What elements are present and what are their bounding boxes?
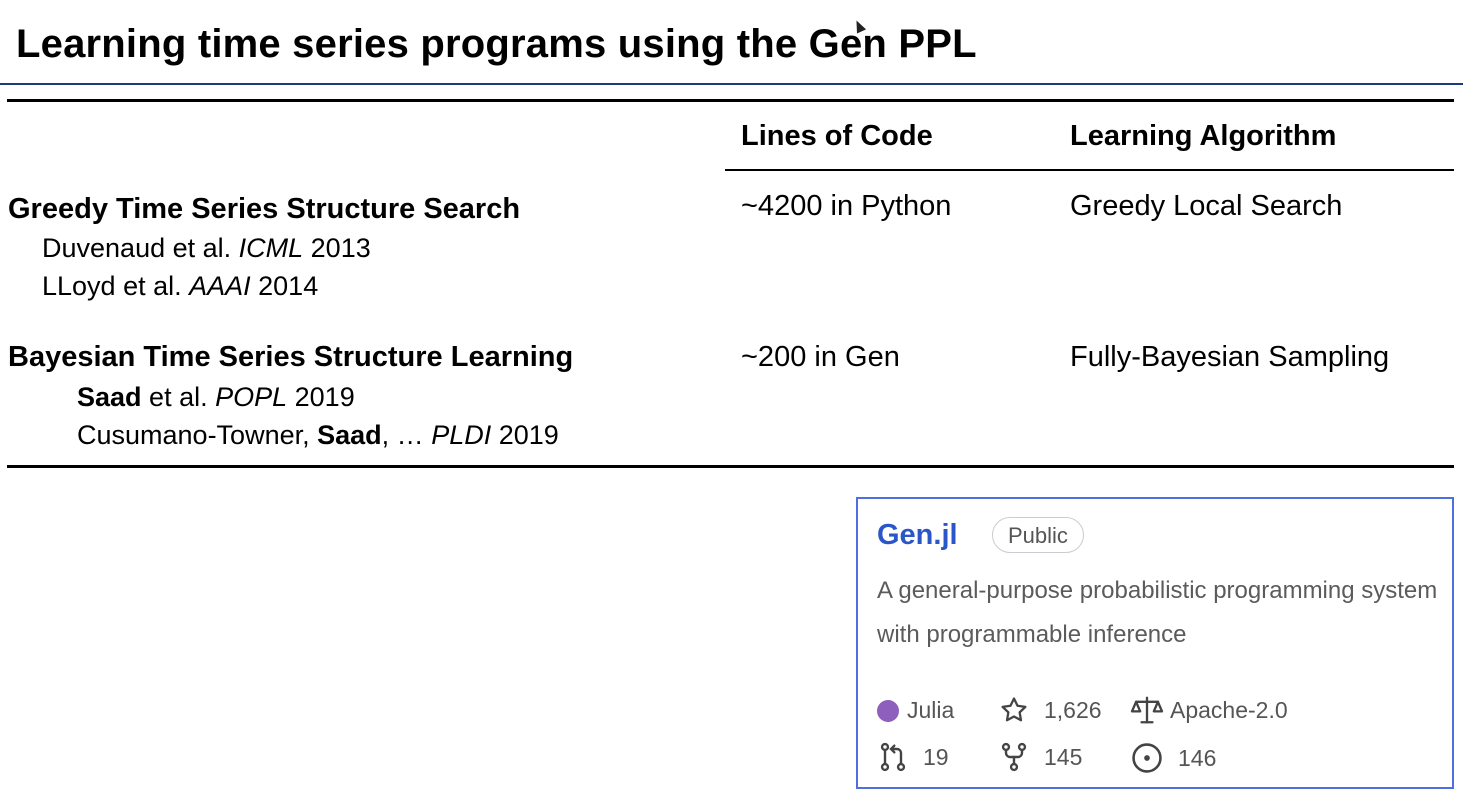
language-color-dot-icon <box>877 699 899 722</box>
forks-count: 145 <box>1044 743 1083 770</box>
ref-authors: , … <box>381 420 432 450</box>
repo-stars[interactable]: 1,626 <box>998 695 1102 725</box>
reference-duvenaud: Duvenaud et al. ICML 2013 <box>42 233 371 264</box>
repo-forks[interactable]: 145 <box>998 741 1082 773</box>
ref-venue: POPL <box>215 382 288 412</box>
repo-name-link[interactable]: Gen.jl <box>877 519 958 552</box>
ref-year: 2013 <box>303 233 371 263</box>
repo-license[interactable]: Apache-2.0 <box>1130 695 1288 725</box>
pull-request-icon <box>880 742 906 772</box>
law-scale-icon <box>1130 696 1164 724</box>
repo-card[interactable]: Gen.jl Public A general-purpose probabil… <box>856 497 1454 789</box>
repo-language: Julia <box>877 697 954 724</box>
title-underline <box>0 83 1463 85</box>
ref-bold-author: Saad <box>317 420 382 450</box>
ref-authors: Duvenaud et al. <box>42 233 239 263</box>
header-lines-of-code: Lines of Code <box>741 120 933 152</box>
ref-lead-author: Cusumano-Towner, <box>77 420 318 450</box>
cell-loc-greedy: ~4200 in Python <box>741 190 952 222</box>
repo-issues[interactable]: 146 <box>1130 741 1216 775</box>
star-icon <box>1001 697 1027 722</box>
cell-algorithm-bayesian: Fully-Bayesian Sampling <box>1070 341 1390 373</box>
issue-icon <box>1132 743 1162 773</box>
repo-description: A general-purpose probabilistic programm… <box>877 577 1438 648</box>
stars-count: 1,626 <box>1044 696 1102 723</box>
ref-venue: ICML <box>238 233 304 263</box>
issues-count: 146 <box>1178 744 1217 771</box>
table-top-rule <box>7 99 1454 102</box>
ref-year: 2019 <box>287 382 355 412</box>
row-title-bayesian: Bayesian Time Series Structure Learning <box>8 341 574 373</box>
fork-icon <box>1001 742 1027 772</box>
reference-saad-popl: Saad et al. POPL 2019 <box>77 382 355 413</box>
table-bottom-rule <box>7 465 1454 468</box>
pull-requests-count: 19 <box>923 743 949 770</box>
header-learning-algorithm: Learning Algorithm <box>1070 120 1337 152</box>
license-label: Apache-2.0 <box>1170 696 1288 723</box>
ref-venue: PLDI <box>431 420 492 450</box>
cell-algorithm-greedy: Greedy Local Search <box>1070 190 1343 222</box>
ref-bold-author: Saad <box>77 382 142 412</box>
cell-loc-bayesian: ~200 in Gen <box>741 341 900 373</box>
ref-year: 2014 <box>250 271 319 301</box>
ref-year: 2019 <box>491 420 559 450</box>
slide-title: Learning time series programs using the … <box>16 22 977 66</box>
ref-authors: et al. <box>141 382 216 412</box>
repo-pull-requests[interactable]: 19 <box>877 741 949 773</box>
ref-venue: AAAI <box>189 271 251 301</box>
language-label: Julia <box>907 697 955 723</box>
visibility-badge: Public <box>992 517 1084 553</box>
header-rule <box>725 169 1454 171</box>
ref-authors: LLoyd et al. <box>42 271 190 301</box>
row-title-greedy: Greedy Time Series Structure Search <box>8 193 521 225</box>
reference-cusumano-pldi: Cusumano-Towner, Saad, … PLDI 2019 <box>77 420 559 451</box>
reference-lloyd: LLoyd et al. AAAI 2014 <box>42 271 318 302</box>
